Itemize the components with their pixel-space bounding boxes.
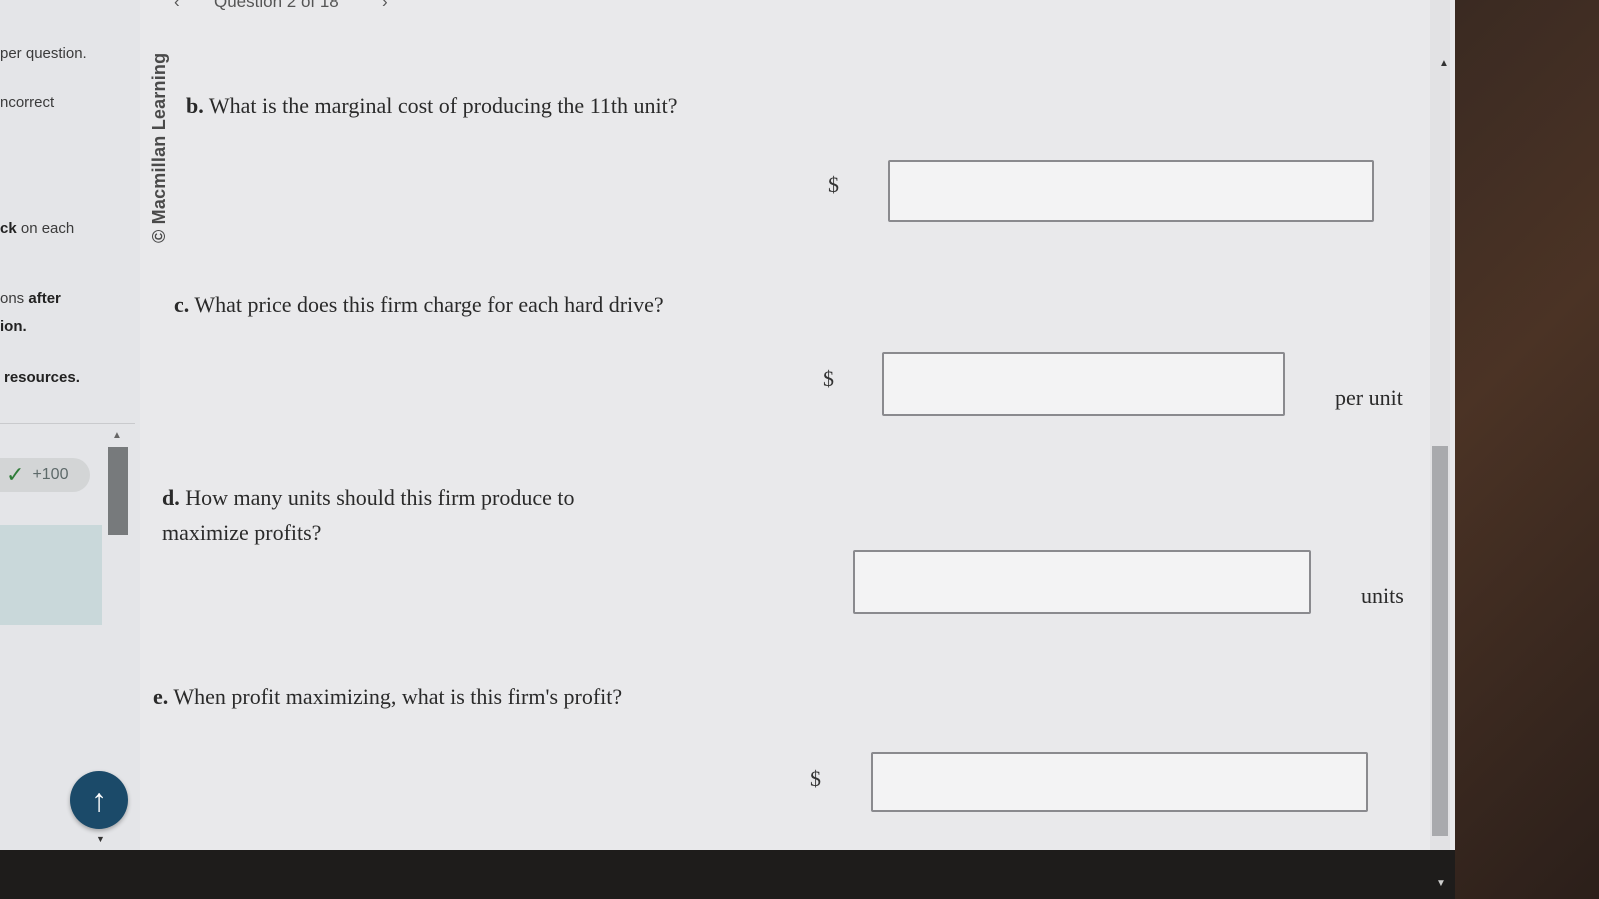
question-e-answer-input[interactable] [871, 752, 1368, 812]
main-scroll-down-icon[interactable]: ▼ [1436, 878, 1446, 889]
question-d-unit-label: units [1361, 583, 1404, 608]
chevron-right-icon[interactable]: › [382, 0, 388, 12]
background-desk [1455, 0, 1599, 899]
selected-question-highlight[interactable] [0, 525, 102, 625]
sidebar-submission-text: ion. [0, 318, 27, 335]
sidebar-scroll-up-icon[interactable]: ▲ [112, 430, 122, 441]
sidebar-check-text: ck on each [0, 220, 75, 237]
sidebar-scroll-down-icon[interactable]: ▼ [96, 834, 105, 844]
question-d-answer-input[interactable] [853, 550, 1311, 614]
question-counter: Question 2 of 18 [214, 0, 339, 11]
main-scroll-up-icon[interactable]: ▲ [1439, 58, 1449, 69]
sidebar-after-text: ons after [0, 290, 61, 307]
monitor-bezel [0, 850, 1455, 899]
arrow-up-icon: ↑ [91, 781, 107, 818]
question-c-text: c. What price does this firm charge for … [174, 292, 664, 317]
question-b-text: b. What is the marginal cost of producin… [186, 93, 678, 118]
sidebar-incorrect-text: ncorrect [0, 94, 55, 111]
copyright-notice: © Macmillan Learning [149, 52, 169, 243]
sidebar-points-text: per question. [0, 45, 87, 62]
question-score-badge[interactable]: ✓ +100 [0, 458, 90, 492]
main-scroll-thumb[interactable] [1432, 446, 1448, 836]
question-e-text: e. When profit maximizing, what is this … [153, 684, 623, 709]
assignment-sidebar: per question. ncorrect ck on each ons af… [0, 0, 140, 850]
sidebar-resources-text: resources. [4, 369, 80, 386]
sidebar-divider [0, 423, 135, 424]
checkmark-icon: ✓ [6, 462, 25, 487]
question-b-dollar-sign: $ [828, 172, 839, 197]
question-c-unit-label: per unit [1335, 385, 1403, 410]
chevron-left-icon[interactable]: ‹ [174, 0, 180, 12]
sidebar-scroll-thumb[interactable] [108, 447, 128, 535]
question-d-text: d. How many units should this firm produ… [162, 485, 575, 545]
question-b-answer-input[interactable] [888, 160, 1374, 222]
browser-screen: per question. ncorrect ck on each ons af… [0, 0, 1455, 850]
question-c-answer-input[interactable] [882, 352, 1285, 416]
question-c-dollar-sign: $ [823, 366, 834, 391]
score-value: +100 [32, 466, 69, 483]
scroll-to-top-button[interactable]: ↑ [70, 771, 128, 829]
question-e-dollar-sign: $ [810, 766, 821, 791]
